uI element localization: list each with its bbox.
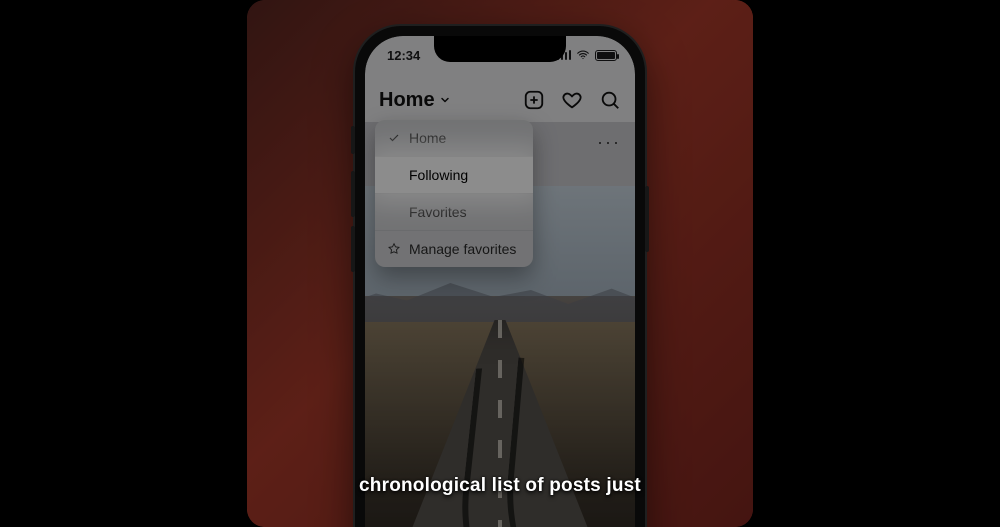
- menu-item-manage-favorites[interactable]: Manage favorites: [375, 230, 533, 267]
- phone-bezel: 12:34 Home: [365, 36, 635, 527]
- menu-item-home[interactable]: Home: [375, 120, 533, 156]
- search-icon[interactable]: [599, 89, 621, 111]
- header-actions: [523, 89, 621, 111]
- feed-selector-label: Home: [379, 89, 435, 112]
- menu-item-favorites[interactable]: Favorites: [375, 193, 533, 230]
- stage: 12:34 Home: [0, 0, 1000, 527]
- phone-side-button: [351, 226, 355, 272]
- menu-item-following[interactable]: Following: [375, 156, 533, 193]
- feed-selector-menu: Home Following Favorites: [375, 120, 533, 267]
- phone-side-button: [351, 126, 355, 154]
- check-icon: [387, 132, 401, 144]
- menu-item-label: Favorites: [409, 204, 467, 220]
- menu-item-label: Following: [409, 167, 468, 183]
- phone-notch: [434, 36, 566, 62]
- post-more-button[interactable]: ···: [597, 132, 621, 153]
- star-icon: [387, 242, 401, 256]
- video-caption: chronological list of posts just: [359, 475, 641, 497]
- add-post-icon[interactable]: [523, 89, 545, 111]
- activity-heart-icon[interactable]: [561, 89, 583, 111]
- phone-side-button: [351, 171, 355, 217]
- chevron-down-icon: [439, 94, 451, 106]
- menu-item-label: Manage favorites: [409, 241, 516, 257]
- feed-selector-button[interactable]: Home: [379, 89, 451, 112]
- wifi-icon: [576, 48, 590, 62]
- caption-container: chronological list of posts just: [247, 475, 753, 497]
- app-header: Home: [365, 80, 635, 120]
- video-card: 12:34 Home: [247, 0, 753, 527]
- phone-side-button: [645, 186, 649, 252]
- menu-item-label: Home: [409, 130, 446, 146]
- status-indicators: [557, 48, 618, 62]
- status-time: 12:34: [387, 48, 420, 63]
- phone-frame: 12:34 Home: [355, 26, 645, 527]
- battery-icon: [595, 50, 617, 61]
- phone-screen: 12:34 Home: [365, 36, 635, 527]
